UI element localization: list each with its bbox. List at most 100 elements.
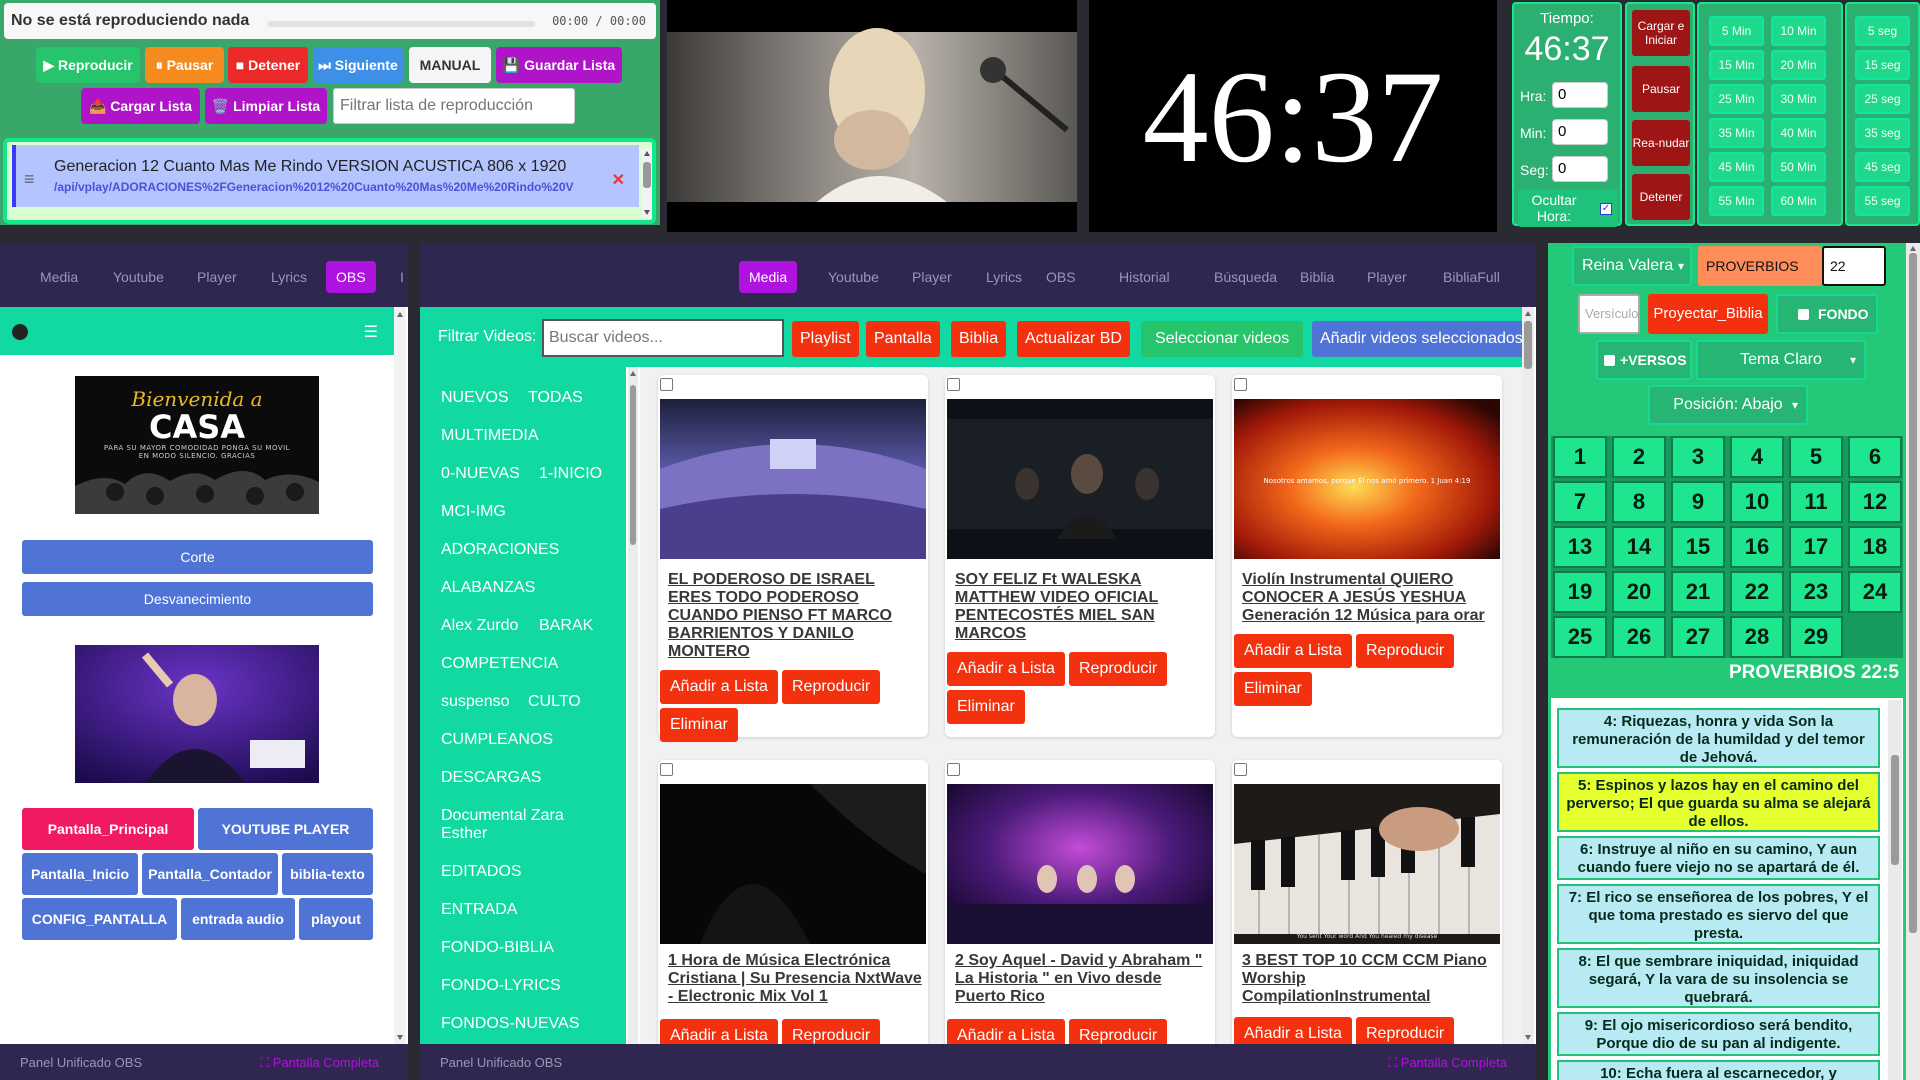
category-item[interactable]: CULTO [528, 693, 581, 711]
category-item[interactable]: MCI-IMG [441, 503, 506, 521]
chapter-button[interactable]: 11 [1789, 481, 1843, 523]
media-fullscreen-link[interactable]: ⛶ Pantalla Completa [1388, 1055, 1507, 1071]
add-to-list-button[interactable]: Añadir a Lista [947, 652, 1065, 686]
clear-list-button[interactable]: 🗑️ Limpiar Lista [205, 88, 327, 124]
chapter-button[interactable]: 7 [1553, 481, 1607, 523]
chapter-button[interactable]: 5 [1789, 436, 1843, 478]
add-to-list-button[interactable]: Añadir a Lista [1234, 634, 1352, 668]
video-select-checkbox[interactable] [947, 763, 960, 776]
chapter-button[interactable]: 18 [1848, 526, 1902, 568]
play-video-button[interactable]: Reproducir [782, 670, 881, 704]
verse-item[interactable]: 10: Echa fuera al escarnecedor, y [1557, 1060, 1880, 1080]
delete-video-button[interactable]: Eliminar [660, 708, 738, 742]
hour-input[interactable]: 0 [1552, 82, 1608, 108]
tab-historial[interactable]: Historial [1109, 261, 1180, 293]
category-item[interactable]: ENTRADA [441, 901, 517, 919]
fondo-toggle[interactable]: FONDO [1776, 294, 1878, 334]
category-item[interactable]: ALABANZAS [441, 579, 535, 597]
category-scrollbar[interactable] [628, 367, 638, 1045]
category-item[interactable]: Documental Zara Esther [441, 807, 591, 843]
chapter-button[interactable]: 1 [1553, 436, 1607, 478]
tab-bibliafull[interactable]: BibliaFull [1433, 261, 1510, 293]
chapter-button[interactable]: 9 [1671, 481, 1725, 523]
preset-25-seg[interactable]: 25 seg [1855, 84, 1910, 114]
media-scrollbar[interactable] [1522, 307, 1534, 1045]
chapter-button[interactable]: 23 [1789, 571, 1843, 613]
play-video-button[interactable]: Reproducir [1356, 1017, 1455, 1045]
video-thumbnail[interactable] [660, 784, 926, 944]
chapter-button[interactable]: 28 [1730, 616, 1784, 658]
video-title[interactable]: Violín Instrumental QUIERO CONOCER A JES… [1242, 571, 1496, 625]
drag-handle-icon[interactable]: ≡ [24, 169, 35, 190]
obs-fullscreen-link[interactable]: ⛶ Pantalla Completa [260, 1055, 379, 1071]
category-item[interactable]: DESCARGAS [441, 769, 541, 787]
video-thumbnail[interactable] [947, 399, 1213, 559]
verse-item[interactable]: 4: Riquezas, honra y vida Son la remuner… [1557, 708, 1880, 768]
manual-button[interactable]: MANUAL [409, 47, 491, 83]
preset-35-seg[interactable]: 35 seg [1855, 118, 1910, 148]
video-title[interactable]: EL PODEROSO DE ISRAEL ERES TODO PODEROSO… [668, 571, 922, 661]
add-to-list-button[interactable]: Añadir a Lista [660, 670, 778, 704]
video-thumbnail[interactable] [660, 399, 926, 559]
remove-item-icon[interactable]: ✕ [612, 170, 625, 190]
theme-select[interactable]: Tema Claro ▾ [1696, 340, 1866, 380]
preset-15-seg[interactable]: 15 seg [1855, 50, 1910, 80]
verse-item[interactable]: 6: Instruye al niño en su camino, Y aun … [1557, 836, 1880, 880]
play-video-button[interactable]: Reproducir [1356, 634, 1455, 668]
verse-item[interactable]: 8: El que sembrare iniquidad, iniquidad … [1557, 948, 1880, 1008]
scene-youtube-player-button[interactable]: YOUTUBE PLAYER [198, 808, 373, 850]
mas-versos-checkbox[interactable] [1604, 355, 1615, 366]
scene-config-pantalla-button[interactable]: CONFIG_PANTALLA [22, 898, 177, 940]
video-thumbnail[interactable]: Nosotros amamos, porque Él nos amó prime… [1234, 399, 1500, 559]
video-select-checkbox[interactable] [1234, 378, 1247, 391]
category-item[interactable]: ADORACIONES [441, 541, 559, 559]
tab-overflow[interactable]: I [396, 261, 408, 293]
progress-bar[interactable] [267, 21, 535, 27]
chapter-button[interactable]: 4 [1730, 436, 1784, 478]
preset-35-min[interactable]: 35 Min [1709, 118, 1764, 148]
chapter-button[interactable]: 14 [1612, 526, 1666, 568]
scene-biblia-texto-button[interactable]: biblia-texto [282, 853, 373, 895]
biblia-button[interactable]: Biblia [951, 321, 1007, 357]
preset-30-min[interactable]: 30 Min [1771, 84, 1826, 114]
load-start-button[interactable]: Cargar e Iniciar [1632, 10, 1690, 56]
preset-45-seg[interactable]: 45 seg [1855, 152, 1910, 182]
update-db-button[interactable]: Actualizar BD [1017, 321, 1130, 357]
category-item[interactable]: TODAS [528, 389, 583, 407]
preset-25-min[interactable]: 25 Min [1709, 84, 1764, 114]
tab-player[interactable]: Player [902, 261, 962, 293]
delete-video-button[interactable]: Eliminar [1234, 672, 1312, 706]
bible-scrollbar[interactable] [1906, 243, 1920, 1080]
chapter-button[interactable]: 25 [1553, 616, 1607, 658]
play-video-button[interactable]: Reproducir [1069, 1019, 1168, 1045]
tab-player[interactable]: Player [187, 261, 247, 293]
verse-input[interactable]: Versículo [1578, 294, 1640, 334]
preset-50-min[interactable]: 50 Min [1771, 152, 1826, 182]
add-selected-videos-button[interactable]: Añadir videos seleccionados [1312, 321, 1528, 357]
category-item[interactable]: 0-NUEVAS [441, 465, 520, 483]
timer-stop-button[interactable]: Detener [1632, 174, 1690, 220]
pantalla-button[interactable]: Pantalla [866, 321, 940, 357]
play-video-button[interactable]: Reproducir [782, 1019, 881, 1045]
hide-hour-checkbox[interactable]: ✓ [1600, 203, 1612, 215]
category-item[interactable]: Alex Zurdo [441, 617, 518, 635]
preset-40-min[interactable]: 40 Min [1771, 118, 1826, 148]
category-item[interactable]: EDITADOS [441, 863, 522, 881]
video-select-checkbox[interactable] [660, 378, 673, 391]
verse-item[interactable]: 9: El ojo misericordioso será bendito, P… [1557, 1012, 1880, 1056]
min-input[interactable]: 0 [1552, 119, 1608, 145]
preset-5-min[interactable]: 5 Min [1709, 16, 1764, 46]
transition-cut-button[interactable]: Corte [22, 540, 373, 574]
category-item[interactable]: 1-INICIO [539, 465, 602, 483]
chapter-button[interactable]: 3 [1671, 436, 1725, 478]
chapter-button[interactable]: 19 [1553, 571, 1607, 613]
tab-media[interactable]: Media [30, 261, 88, 293]
category-item[interactable]: COMPETENCIA [441, 655, 558, 673]
hide-hour-toggle[interactable]: Ocultar Hora: ✓ [1518, 189, 1618, 227]
category-item[interactable]: FONDO-BIBLIA [441, 939, 554, 957]
fondo-checkbox[interactable] [1798, 309, 1809, 320]
preset-20-min[interactable]: 20 Min [1771, 50, 1826, 80]
playlist-item[interactable]: ≡ Generacion 12 Cuanto Mas Me Rindo VERS… [12, 145, 639, 207]
preset-55-seg[interactable]: 55 seg [1855, 186, 1910, 216]
chapter-button[interactable]: 8 [1612, 481, 1666, 523]
